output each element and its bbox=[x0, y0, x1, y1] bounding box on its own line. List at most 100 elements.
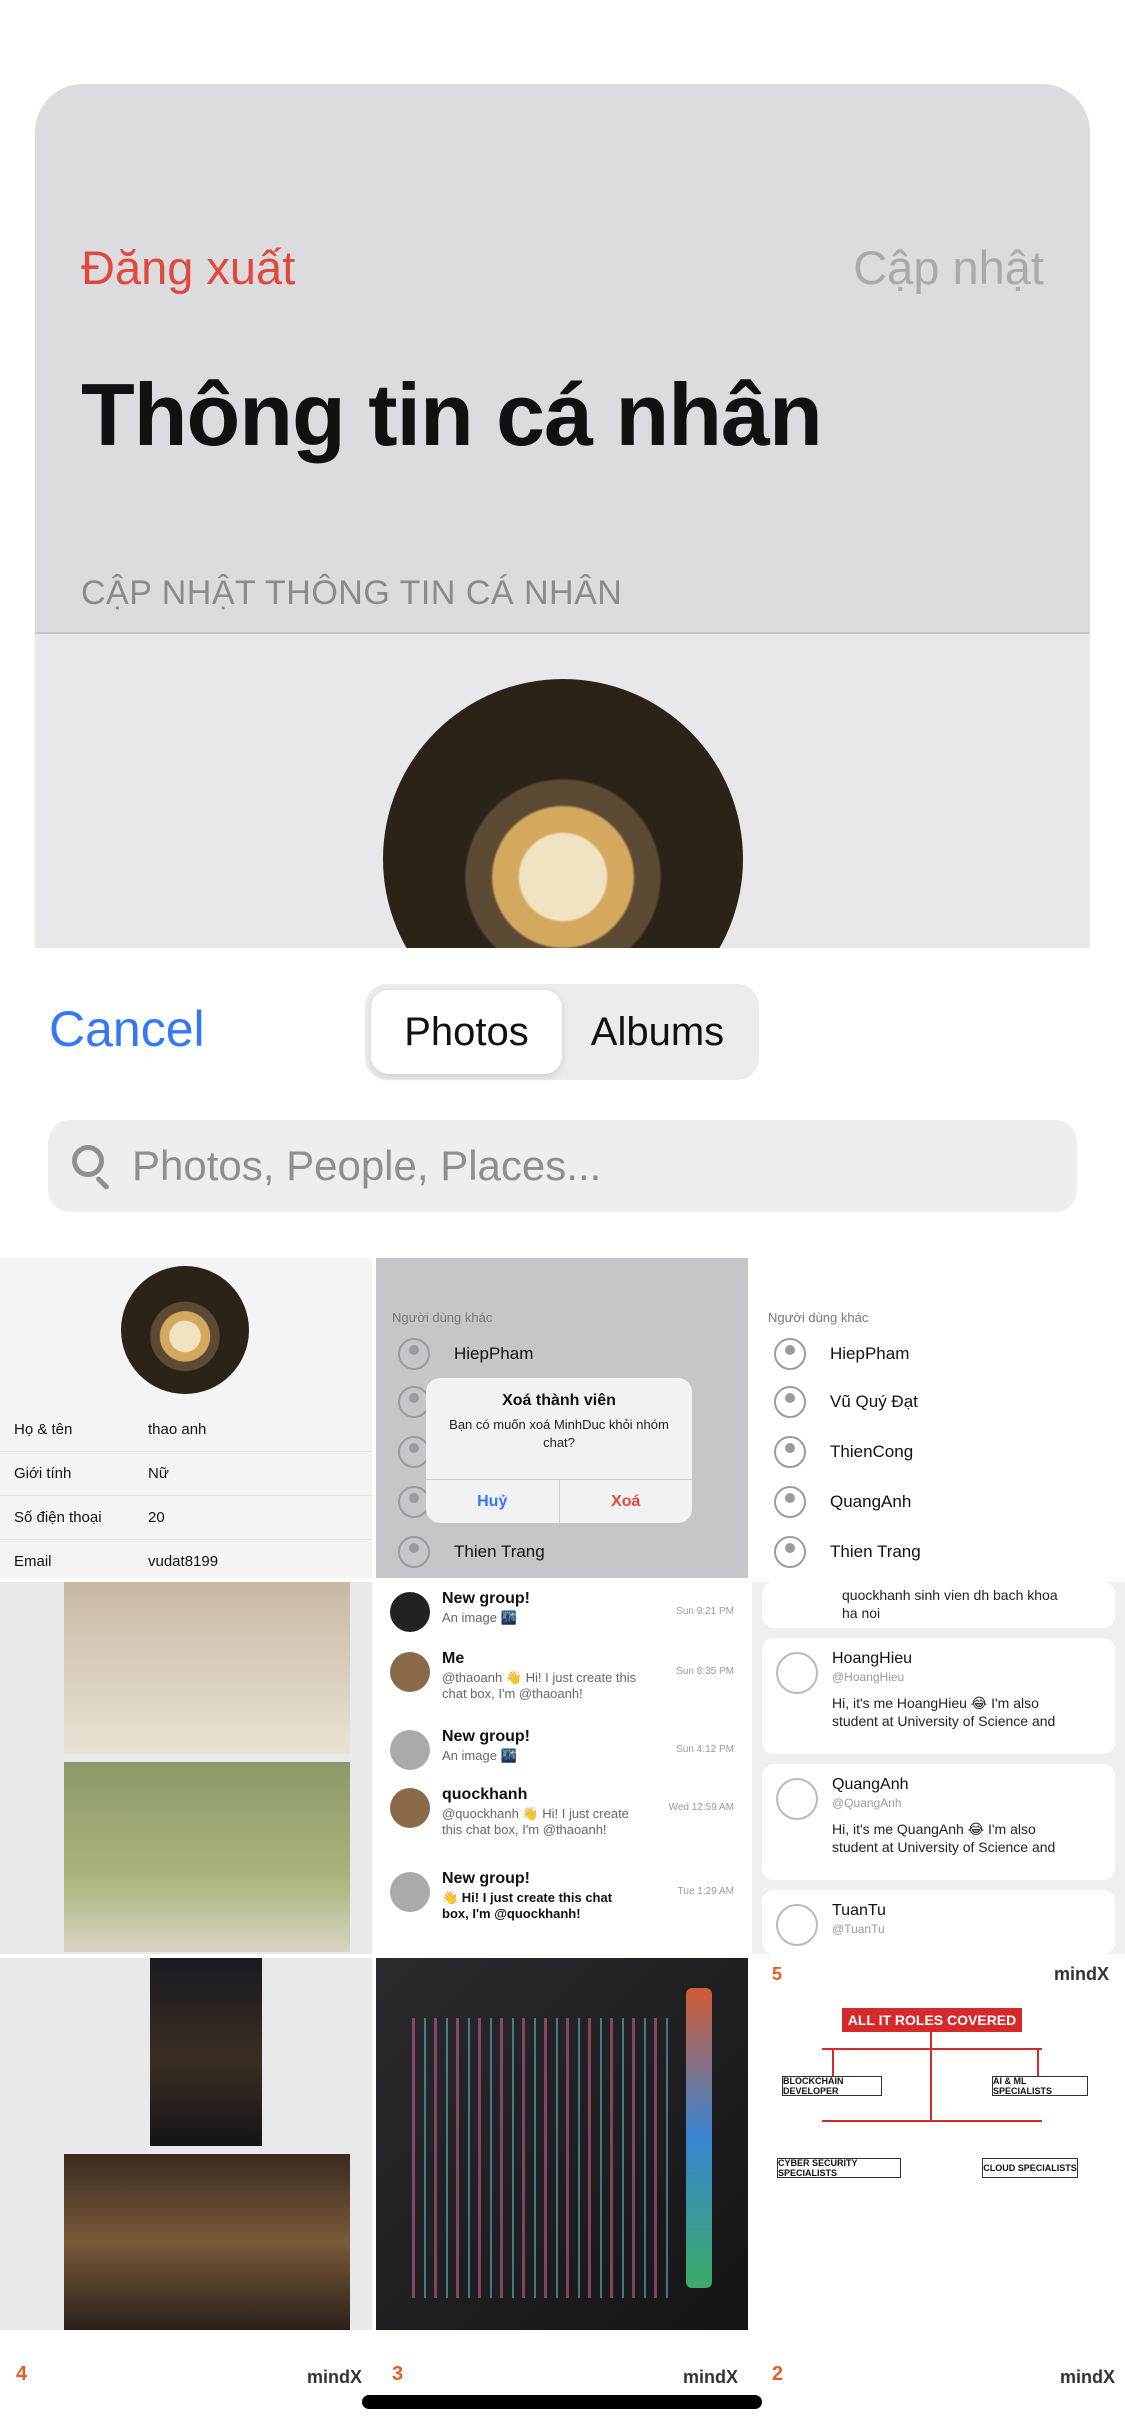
photo-thumbnail[interactable]: Người dùng khác HiepPham Thien Trang Xoá… bbox=[376, 1258, 748, 1578]
page-title: Thông tin cá nhân bbox=[81, 365, 823, 464]
member-name: HiepPham bbox=[454, 1344, 534, 1363]
code-screen bbox=[412, 2018, 672, 2298]
photo-thumbnail[interactable]: 3 mindX bbox=[376, 2334, 748, 2394]
field-label: Email bbox=[14, 1553, 52, 1570]
photos-albums-segmented-control: Photos Albums bbox=[365, 984, 759, 1080]
avatar bbox=[776, 1904, 818, 1946]
user-icon bbox=[398, 1536, 430, 1568]
field-value: Nữ bbox=[148, 1465, 169, 1482]
mindx-logo: mindX bbox=[306, 2367, 362, 2387]
field-label: Số điện thoại bbox=[14, 1509, 102, 1526]
search-bar bbox=[48, 1120, 1077, 1212]
mindx-logo: mindX bbox=[1059, 2367, 1115, 2387]
alert-cancel-button: Huỷ bbox=[426, 1480, 560, 1523]
field-value: 20 bbox=[148, 1509, 165, 1526]
section-header: CẬP NHẬT THÔNG TIN CÁ NHÂN bbox=[81, 574, 623, 612]
list-item: Họ & tên thao anh bbox=[0, 1408, 372, 1452]
photo-thumbnail[interactable]: 4 mindX bbox=[0, 2334, 372, 2394]
list-item: ThienCong bbox=[774, 1428, 913, 1476]
list-item: QuangAnh bbox=[774, 1478, 911, 1526]
dock bbox=[686, 1988, 712, 2288]
room-photo bbox=[64, 1582, 350, 1754]
list-item: quockhanh sinh vien dh bach khoa ha noi bbox=[762, 1582, 1115, 1628]
avatar bbox=[776, 1652, 818, 1694]
alert-message: Bạn có muốn xoá MinhDuc khỏi nhóm chat? bbox=[449, 1417, 669, 1450]
list-item: HiepPham bbox=[774, 1330, 909, 1378]
user-icon bbox=[774, 1338, 806, 1370]
logout-button[interactable]: Đăng xuất bbox=[81, 240, 295, 295]
list-header: Người dùng khác bbox=[392, 1310, 493, 1325]
slide-number: 2 bbox=[772, 2363, 784, 2385]
role-box: BLOCKCHAIN DEVELOPER bbox=[782, 2076, 882, 2096]
member-name: QuangAnh bbox=[830, 1492, 912, 1511]
profile-sheet-background: Đăng xuất Cập nhật Thông tin cá nhân CẬP… bbox=[35, 84, 1090, 984]
user-icon bbox=[774, 1436, 806, 1468]
slide-number: 4 bbox=[16, 2363, 28, 2385]
list-item: New group! An image 🌃 Sun 4:12 PM bbox=[390, 1726, 738, 1790]
photo-thumbnail[interactable] bbox=[0, 1582, 372, 1954]
slide-number: 3 bbox=[392, 2363, 404, 2385]
member-name: ThienCong bbox=[830, 1442, 914, 1461]
cancel-button[interactable]: Cancel bbox=[49, 1000, 205, 1058]
photo-thumbnail[interactable]: Người dùng khác HiepPham Vũ Quý Đạt Thie… bbox=[752, 1258, 1125, 1578]
update-button[interactable]: Cập nhật bbox=[853, 240, 1044, 295]
list-header: Người dùng khác bbox=[768, 1310, 869, 1325]
avatar bbox=[121, 1266, 249, 1394]
list-item: New group! An image 🌃 Sun 9:21 PM bbox=[390, 1588, 738, 1652]
mindx-logo: mindX bbox=[1053, 1964, 1109, 1984]
photo-picker-sheet: Cancel Photos Albums Họ & tên thao anh G… bbox=[0, 948, 1125, 2436]
photo-thumbnail[interactable]: Họ & tên thao anh Giới tính Nữ Số điện t… bbox=[0, 1258, 372, 1578]
field-label: Họ & tên bbox=[14, 1421, 73, 1438]
list-item: Giới tính Nữ bbox=[0, 1452, 372, 1496]
photo-thumbnail[interactable] bbox=[0, 1958, 372, 2330]
user-icon bbox=[774, 1536, 806, 1568]
user-icon bbox=[398, 1338, 430, 1370]
member-name: Vũ Quý Đạt bbox=[830, 1392, 918, 1411]
slide-number: 5 bbox=[772, 1964, 783, 1984]
photo-thumbnail[interactable]: quockhanh sinh vien dh bach khoa ha noi … bbox=[752, 1582, 1125, 1954]
user-icon bbox=[774, 1386, 806, 1418]
delete-member-alert: Xoá thành viên Bạn có muốn xoá MinhDuc k… bbox=[426, 1378, 692, 1523]
photo-thumbnail[interactable]: 5 mindX ALL IT ROLES COVERED BLOCKCHAIN … bbox=[752, 1958, 1125, 2330]
tab-photos[interactable]: Photos bbox=[371, 990, 562, 1074]
friend-handle: @QuangAnh bbox=[832, 1796, 902, 1810]
friend-handle: @TuanTu bbox=[832, 1922, 885, 1936]
list-item: Vũ Quý Đạt bbox=[774, 1378, 918, 1426]
photo-thumbnail[interactable] bbox=[376, 1958, 748, 2330]
alert-title: Xoá thành viên bbox=[502, 1392, 616, 1409]
user-icon bbox=[774, 1486, 806, 1518]
list-item: New group! 👋 Hi! I just create this chat … bbox=[390, 1868, 738, 1932]
friend-name: HoangHieu bbox=[832, 1650, 913, 1667]
field-value: thao anh bbox=[148, 1421, 207, 1438]
slide-title: ALL IT ROLES COVERED bbox=[842, 2008, 1022, 2032]
list-item: Thien Trang bbox=[398, 1528, 545, 1576]
photo-thumbnail[interactable]: 2 mindX bbox=[752, 2334, 1125, 2394]
list-item: Me @thaoanh 👋 Hi! I just create this chat… bbox=[390, 1648, 738, 1712]
friend-bio: Hi, it's me HoangHieu 😂 I'm also student… bbox=[832, 1695, 1056, 1729]
field-value: vudat8199 bbox=[148, 1553, 219, 1570]
member-name: Thien Trang bbox=[830, 1542, 921, 1561]
list-item: Thien Trang bbox=[774, 1528, 921, 1576]
list-item: Số điện thoại 20 bbox=[0, 1496, 372, 1540]
tab-albums[interactable]: Albums bbox=[562, 990, 753, 1074]
phone-screenshot bbox=[150, 1958, 262, 2146]
list-item: QuangAnh @QuangAnh Hi, it's me QuangAnh … bbox=[762, 1764, 1115, 1880]
group-photo bbox=[64, 2154, 350, 2330]
home-indicator[interactable] bbox=[362, 2395, 762, 2409]
list-item: Email vudat8199 bbox=[0, 1540, 372, 1578]
role-box: AI & ML SPECIALISTS bbox=[992, 2076, 1088, 2096]
friend-bio: quockhanh sinh vien dh bach khoa ha noi bbox=[842, 1587, 1058, 1621]
role-box: CYBER SECURITY SPECIALISTS bbox=[777, 2158, 901, 2178]
list-item: quockhanh @quockhanh 👋 Hi! I just create … bbox=[390, 1784, 738, 1848]
friend-name: QuangAnh bbox=[832, 1776, 909, 1793]
photo-thumbnail[interactable]: New group! An image 🌃 Sun 9:21 PM Me @thaoa… bbox=[376, 1582, 748, 1954]
search-icon bbox=[70, 1143, 116, 1191]
bedroom-photo bbox=[64, 1762, 350, 1952]
alert-delete-button: Xoá bbox=[611, 1492, 641, 1510]
list-item: HoangHieu @HoangHieu Hi, it's me HoangHi… bbox=[762, 1638, 1115, 1754]
friend-bio: Hi, it's me QuangAnh 😂 I'm also student … bbox=[832, 1821, 1056, 1855]
search-input[interactable] bbox=[132, 1142, 1032, 1190]
field-label: Giới tính bbox=[14, 1465, 72, 1482]
member-name: Thien Trang bbox=[454, 1542, 545, 1561]
list-item: TuanTu @TuanTu bbox=[762, 1890, 1115, 1954]
